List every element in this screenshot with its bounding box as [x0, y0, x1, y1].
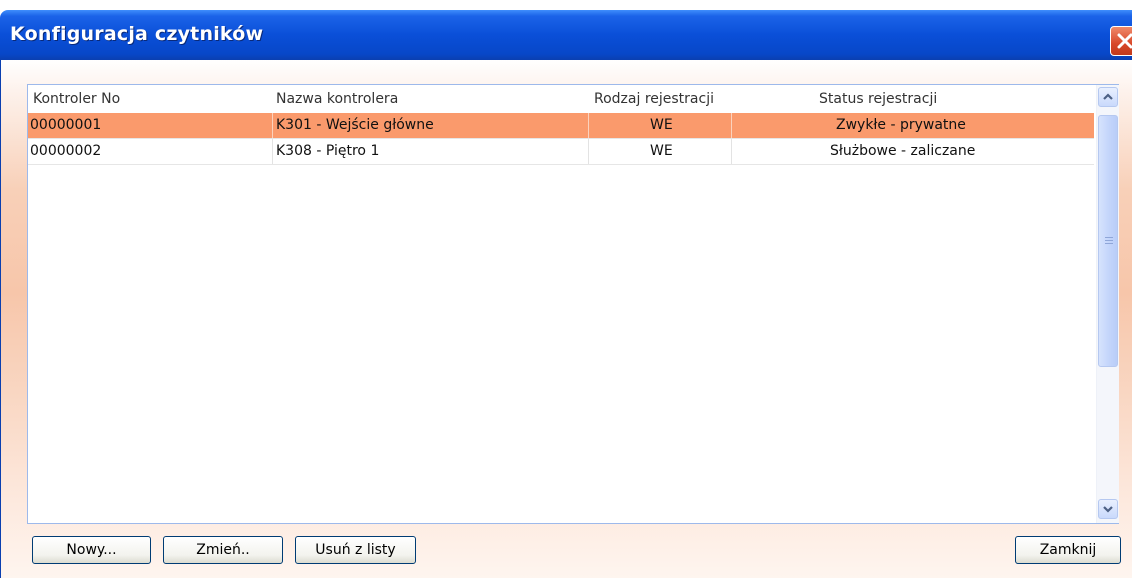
table-row[interactable]: 00000001 K301 - Wejście główne WE Zwykłe… [28, 113, 1094, 139]
column-header-registration-type[interactable]: Rodzaj rejestracji [594, 91, 714, 107]
cell-controller-no: 00000001 [30, 117, 102, 133]
column-divider [272, 113, 273, 138]
readers-table[interactable]: Kontroler No Nazwa kontrolera Rodzaj rej… [27, 84, 1119, 524]
table-row[interactable]: 00000002 K308 - Piętro 1 WE Służbowe - z… [28, 139, 1094, 165]
grip-icon [1105, 237, 1113, 246]
scroll-thumb[interactable] [1098, 115, 1118, 367]
column-divider [731, 139, 732, 164]
dialog-window: Konfiguracja czytników Kontroler No Nazw… [0, 0, 1132, 578]
cell-controller-name: K308 - Piętro 1 [276, 143, 380, 159]
column-divider [588, 113, 589, 138]
cell-controller-no: 00000002 [30, 143, 102, 159]
vertical-scrollbar[interactable] [1096, 85, 1119, 523]
column-header-controller-name[interactable]: Nazwa kontrolera [276, 91, 398, 107]
column-divider [731, 113, 732, 138]
remove-from-list-button[interactable]: Usuń z listy [295, 536, 416, 564]
cell-registration-status: Zwykłe - prywatne [836, 117, 966, 133]
close-button[interactable]: Zamknij [1015, 536, 1121, 564]
cell-registration-type: WE [650, 117, 673, 133]
cell-registration-type: WE [650, 143, 673, 159]
column-header-registration-status[interactable]: Status rejestracji [819, 91, 937, 107]
scroll-up-button[interactable] [1098, 87, 1118, 107]
edit-button[interactable]: Zmień.. [163, 536, 283, 564]
close-window-button[interactable] [1110, 26, 1132, 56]
window-title: Konfiguracja czytników [10, 23, 264, 45]
chevron-down-icon [1103, 506, 1113, 513]
chevron-up-icon [1103, 93, 1113, 100]
table-header: Kontroler No Nazwa kontrolera Rodzaj rej… [28, 85, 1094, 113]
cell-controller-name: K301 - Wejście główne [276, 117, 434, 133]
column-divider [588, 139, 589, 164]
title-bar[interactable]: Konfiguracja czytników [0, 10, 1132, 60]
column-divider [272, 139, 273, 164]
column-header-controller-no[interactable]: Kontroler No [33, 91, 120, 107]
close-icon [1117, 33, 1132, 49]
cell-registration-status: Służbowe - zaliczane [830, 143, 976, 159]
scroll-down-button[interactable] [1098, 499, 1118, 519]
new-button[interactable]: Nowy... [32, 536, 151, 564]
